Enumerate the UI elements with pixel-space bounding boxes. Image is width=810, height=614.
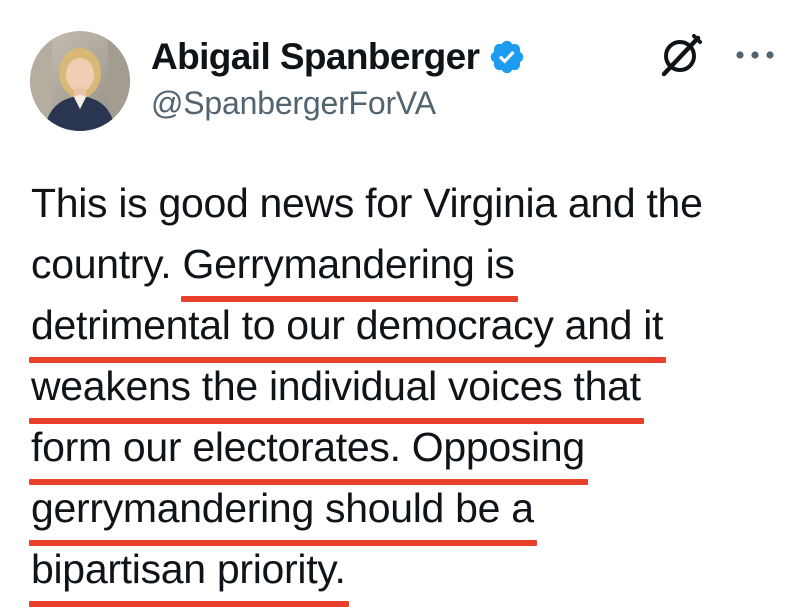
tweet-line: gerrymandering should be a (29, 478, 791, 546)
more-horizontal-icon[interactable] (733, 45, 777, 65)
tweet-line: This is good news for Virginia and the (31, 173, 791, 234)
x-logo-icon[interactable] (658, 32, 704, 78)
tweet-line: detrimental to our democracy and it (28, 295, 791, 363)
tweet-text-highlighted: gerrymandering should be a (29, 478, 537, 546)
tweet-text: This is good news for Virginia and the c… (28, 173, 791, 607)
tweet-text-highlighted: detrimental to our democracy and it (28, 295, 667, 363)
tweet-text-highlighted: form our electorates. Opposing (29, 417, 588, 485)
tweet-line: form our electorates. Opposing (29, 417, 791, 485)
tweet-line: country. Gerrymandering is (31, 234, 791, 302)
user-handle[interactable]: @SpanbergerForVA (151, 85, 436, 122)
tweet-text-highlighted: Gerrymandering is (180, 234, 518, 302)
tweet-line: bipartisan priority. (29, 539, 791, 607)
tweet-text-plain: This is good news for Virginia and the (31, 180, 703, 226)
display-name[interactable]: Abigail Spanberger (151, 36, 480, 78)
profile-photo (30, 31, 130, 131)
avatar[interactable] (30, 31, 130, 131)
tweet-text-highlighted: bipartisan priority. (29, 539, 349, 607)
tweet-text-plain: country. (31, 241, 183, 287)
tweet-text-highlighted: weakens the individual voices that (29, 356, 644, 424)
verified-badge-icon (488, 38, 526, 76)
author-name-row: Abigail Spanberger (151, 34, 526, 80)
tweet-line: weakens the individual voices that (29, 356, 791, 424)
